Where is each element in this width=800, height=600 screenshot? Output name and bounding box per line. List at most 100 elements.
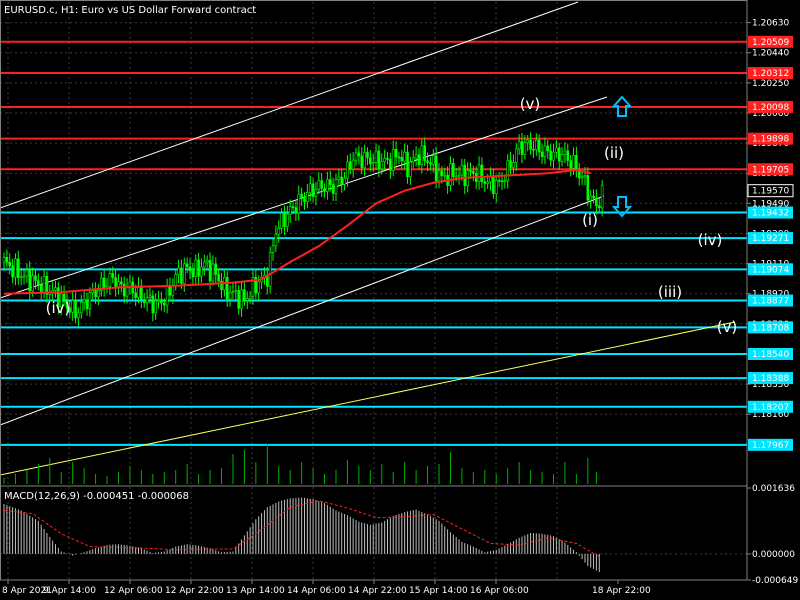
candle-body	[122, 283, 126, 297]
candle-body	[14, 258, 17, 278]
candle-body	[449, 163, 452, 186]
candle-body	[494, 180, 498, 194]
candle-body	[140, 285, 143, 300]
candle-body	[42, 276, 46, 294]
candle-body	[420, 145, 424, 165]
support-level-label: 1.18708	[752, 323, 789, 333]
resistance-level-label: 1.20509	[752, 38, 789, 48]
candle-body	[8, 261, 12, 267]
candle-body	[403, 151, 406, 162]
candle-body	[540, 151, 544, 157]
resistance-level-label: 1.19705	[752, 165, 789, 175]
candle-body	[188, 266, 192, 272]
candle-body	[22, 275, 26, 278]
candle-body	[183, 263, 186, 284]
candle-body	[452, 163, 455, 178]
candle-body	[214, 263, 218, 275]
wave-v-top-label: (v)	[520, 95, 541, 113]
candle-body	[457, 174, 461, 177]
candle-body	[391, 148, 395, 171]
candle-body	[314, 188, 318, 197]
macd-label: MACD(12,26,9) -0.000451 -0.000068	[4, 491, 189, 502]
candle-body	[271, 245, 275, 253]
candle-body	[389, 159, 392, 171]
candle-body	[231, 291, 235, 294]
candle-body	[240, 289, 243, 309]
candle-body	[243, 289, 246, 301]
candle-body	[168, 286, 172, 296]
candle-body	[509, 160, 512, 168]
resistance-level-label: 1.20098	[752, 103, 789, 113]
x-tick-label: 9 Apr 14:00	[43, 586, 96, 596]
candle-body	[369, 157, 372, 165]
candle-body	[529, 139, 532, 150]
candle-body	[563, 150, 567, 155]
resistance-level-label: 1.20312	[752, 69, 789, 79]
candle-body	[469, 170, 472, 172]
candle-body	[497, 180, 501, 182]
candle-body	[185, 263, 189, 268]
support-level-label: 1.19271	[752, 234, 789, 244]
candle-body	[180, 267, 183, 284]
candle-body	[583, 175, 587, 178]
x-tick-label: 18 Apr 22:00	[592, 586, 651, 596]
candle-body	[2, 256, 6, 263]
candle-body	[334, 179, 338, 194]
wave-ii-label: (ii)	[604, 144, 624, 162]
candle-body	[171, 285, 175, 296]
candle-body	[283, 212, 286, 227]
candle-body	[217, 274, 220, 282]
candle-body	[225, 276, 229, 300]
support-level-label: 1.19074	[752, 265, 789, 275]
candle-body	[357, 152, 361, 157]
candle-body	[191, 270, 195, 278]
candle-body	[211, 263, 215, 282]
candle-body	[546, 145, 550, 152]
candle-body	[203, 261, 206, 268]
candle-body	[503, 180, 507, 183]
candle-body	[248, 295, 252, 299]
candle-body	[306, 192, 309, 203]
candle-body	[535, 139, 538, 150]
candle-body	[162, 302, 166, 306]
support-level-label: 1.17967	[752, 441, 789, 451]
candle-body	[165, 286, 169, 306]
candle-body	[228, 291, 232, 300]
candle-body	[517, 141, 521, 150]
candle-body	[483, 181, 487, 184]
candle-body	[409, 161, 412, 177]
candle-body	[77, 312, 80, 319]
x-tick-label: 12 Apr 06:00	[104, 586, 163, 596]
candle-body	[380, 161, 384, 170]
candle-body	[397, 156, 401, 159]
candle-body	[94, 290, 97, 298]
candle-body	[371, 162, 375, 165]
wave-iv-target-label: (iv)	[698, 231, 723, 249]
candle-body	[148, 295, 152, 298]
candle-body	[417, 154, 421, 165]
candle-body	[331, 184, 335, 194]
candle-body	[437, 170, 441, 182]
candle-body	[317, 180, 321, 190]
candle-body	[477, 164, 481, 182]
candle-body	[11, 265, 14, 278]
candle-body	[142, 299, 146, 304]
y-tick-label: 1.20250	[752, 79, 789, 89]
candle-body	[492, 175, 495, 194]
candle-body	[17, 258, 20, 279]
candle-body	[303, 198, 306, 203]
candle-body	[197, 259, 200, 277]
candle-body	[586, 175, 590, 201]
candle-body	[5, 256, 9, 263]
candle-body	[288, 206, 292, 215]
x-tick-label: 13 Apr 14:00	[226, 586, 285, 596]
candle-body	[157, 299, 160, 302]
chart-canvas[interactable]: (iv) (v) (ii) (i) (iv) (iii) (v) 1.20630 1.2044…	[0, 0, 800, 600]
candle-body	[374, 150, 378, 163]
candle-body	[526, 139, 530, 143]
candle-body	[512, 162, 515, 168]
candle-body	[377, 150, 381, 170]
candle-body	[480, 164, 484, 183]
candle-body	[343, 177, 346, 185]
candle-body	[311, 183, 315, 197]
